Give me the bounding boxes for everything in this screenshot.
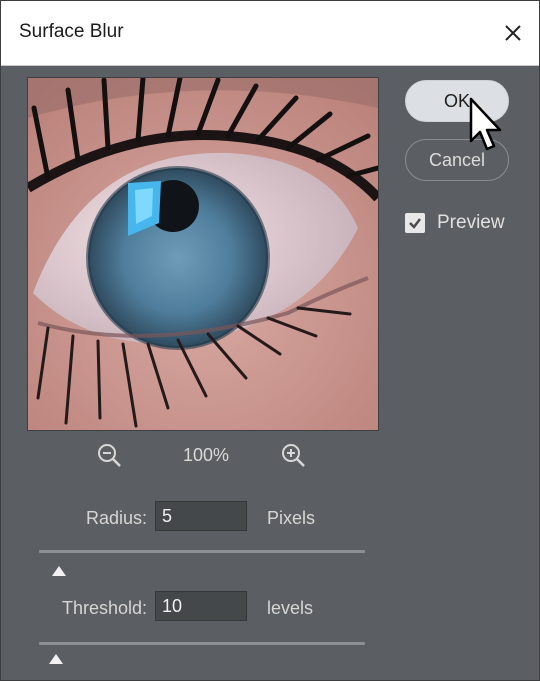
surface-blur-dialog: Surface Blur 100% OK Cancel Preview Radi…: [0, 0, 540, 681]
eye-preview-graphic: [28, 78, 378, 430]
zoom-in-button[interactable]: [279, 441, 309, 471]
threshold-slider-thumb[interactable]: [48, 654, 63, 664]
threshold-label: Threshold:: [61, 598, 147, 618]
zoom-out-icon: [98, 444, 121, 467]
ok-button[interactable]: OK: [405, 80, 509, 122]
radius-unit: Pixels: [267, 508, 316, 528]
preview-image[interactable]: [27, 77, 379, 431]
radius-label: Radius:: [85, 508, 147, 528]
radius-slider-track[interactable]: [39, 550, 365, 553]
threshold-unit: levels: [267, 598, 314, 618]
threshold-slider-track[interactable]: [39, 642, 365, 645]
preview-label: Preview: [437, 212, 505, 233]
close-icon: [505, 25, 521, 41]
dialog-title: Surface Blur: [19, 21, 124, 42]
cancel-button[interactable]: Cancel: [405, 139, 509, 181]
zoom-out-button[interactable]: [95, 441, 125, 471]
title-bar: Surface Blur: [1, 1, 539, 66]
checkmark-icon: [409, 218, 421, 229]
threshold-input[interactable]: [155, 591, 247, 621]
radius-slider-thumb[interactable]: [51, 566, 66, 576]
preview-checkbox-row[interactable]: Preview: [405, 211, 505, 235]
zoom-level: 100%: [182, 445, 230, 465]
radius-input[interactable]: [155, 501, 247, 531]
preview-checkbox[interactable]: [405, 213, 425, 233]
zoom-controls: 100%: [1, 439, 540, 475]
close-button[interactable]: [495, 15, 531, 51]
zoom-in-icon: [282, 444, 305, 467]
